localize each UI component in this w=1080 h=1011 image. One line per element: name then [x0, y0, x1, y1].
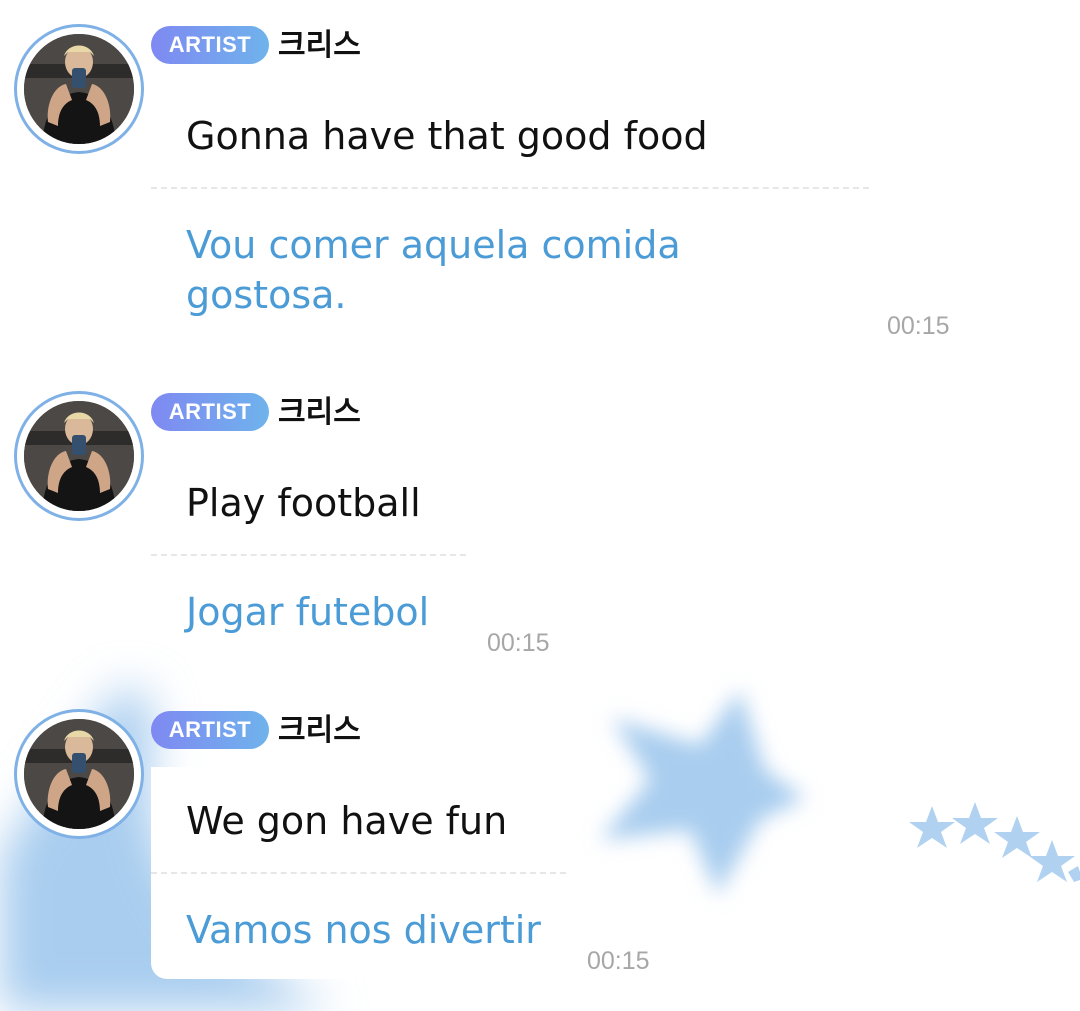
translation-text: Vou comer aquela comida gostosa.	[186, 223, 681, 317]
avatar-photo	[24, 34, 134, 144]
translation-text: Vamos nos divertir	[186, 908, 541, 952]
avatar[interactable]	[14, 709, 144, 839]
avatar-photo	[24, 719, 134, 829]
translation-divider	[151, 554, 466, 556]
translation-divider	[151, 872, 566, 874]
avatar-photo	[24, 401, 134, 511]
avatar[interactable]	[14, 24, 144, 154]
sender-name[interactable]: 크리스	[278, 705, 361, 749]
artist-badge: ARTIST	[151, 393, 269, 431]
avatar[interactable]	[14, 391, 144, 521]
chat-message: ARTIST 크리스 Gonna have that good food Vou…	[0, 24, 1080, 344]
message-timestamp: 00:15	[487, 629, 550, 657]
sender-name[interactable]: 크리스	[278, 20, 361, 64]
message-timestamp: 00:15	[587, 947, 650, 975]
message-text: We gon have fun	[186, 799, 508, 843]
chat-message: ARTIST 크리스 Play football Jogar futebol 0…	[0, 391, 1080, 671]
translation-divider	[151, 187, 869, 189]
sender-name[interactable]: 크리스	[278, 387, 361, 431]
message-timestamp: 00:15	[887, 312, 950, 340]
artist-badge: ARTIST	[151, 26, 269, 64]
chat-message: ARTIST 크리스 We gon have fun Vamos nos div…	[0, 709, 1080, 1009]
artist-badge: ARTIST	[151, 711, 269, 749]
message-text: Play football	[186, 481, 421, 525]
message-text: Gonna have that good food	[186, 114, 708, 158]
